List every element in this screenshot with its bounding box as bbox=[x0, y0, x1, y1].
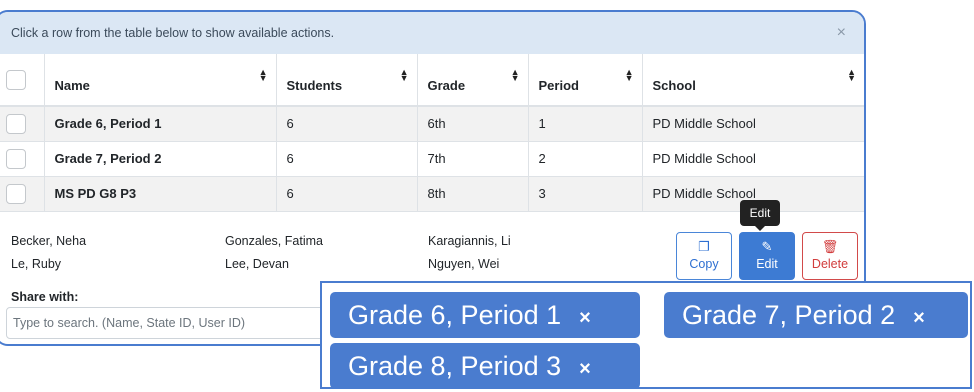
cell-students: 6 bbox=[276, 176, 418, 211]
close-icon[interactable]: × bbox=[837, 24, 846, 42]
row-checkbox[interactable] bbox=[6, 183, 26, 204]
select-all-checkbox[interactable] bbox=[6, 69, 26, 90]
sort-icon[interactable]: ▲ ▼ bbox=[511, 68, 520, 83]
selected-class-tag: Grade 7, Period 2 × bbox=[664, 292, 968, 338]
student-name: Gonzales, Fatima bbox=[225, 234, 323, 248]
sort-icon[interactable]: ▲ ▼ bbox=[259, 68, 268, 83]
selected-class-tag: Grade 8, Period 3 × bbox=[330, 343, 640, 389]
cell-grade: 8th bbox=[417, 176, 529, 211]
sort-icon[interactable]: ▲ ▼ bbox=[847, 68, 856, 83]
student-name: Nguyen, Wei bbox=[428, 257, 500, 271]
cell-grade: 6th bbox=[417, 106, 529, 141]
copy-button[interactable]: ❐ Copy bbox=[676, 232, 732, 280]
table-row[interactable]: Grade 6, Period 1 6 6th 1 PD Middle Scho… bbox=[0, 106, 864, 141]
cell-grade: 7th bbox=[417, 141, 529, 176]
cell-period: 2 bbox=[528, 141, 643, 176]
share-search-input[interactable] bbox=[6, 307, 336, 339]
cell-students: 6 bbox=[276, 106, 418, 141]
cell-students: 6 bbox=[276, 141, 418, 176]
edit-label: Edit bbox=[756, 257, 778, 271]
cell-name: Grade 7, Period 2 bbox=[44, 141, 277, 176]
table-header-row: Name ▲ ▼ Students ▲ ▼ Grade ▲ ▼ Period ▲ ▼ Schoo… bbox=[0, 54, 864, 106]
remove-tag-icon[interactable]: × bbox=[579, 307, 591, 329]
cell-school: PD Middle School bbox=[652, 116, 756, 132]
delete-label: Delete bbox=[811, 257, 849, 271]
cell-name: Grade 6, Period 1 bbox=[44, 106, 277, 141]
classes-table: Name ▲ ▼ Students ▲ ▼ Grade ▲ ▼ Period ▲ ▼ Schoo… bbox=[0, 54, 864, 212]
edit-tooltip: Edit bbox=[740, 200, 780, 231]
edit-button[interactable]: ✎ Edit bbox=[739, 232, 795, 280]
column-header-name[interactable]: Name ▲ ▼ bbox=[44, 54, 277, 106]
tag-label: Grade 6, Period 1 bbox=[348, 300, 562, 330]
share-with-label: Share with: bbox=[11, 290, 79, 304]
sort-icon[interactable]: ▲ ▼ bbox=[625, 68, 634, 83]
remove-tag-icon[interactable]: × bbox=[913, 307, 925, 329]
cell-school: PD Middle School bbox=[652, 151, 756, 166]
cell-period: 1 bbox=[528, 106, 643, 141]
cell-name: MS PD G8 P3 bbox=[44, 176, 277, 211]
trash-icon: 🗑 bbox=[821, 239, 839, 254]
copy-icon: ❐ bbox=[698, 239, 710, 254]
table-row[interactable]: Grade 7, Period 2 6 7th 2 PD Middle Scho… bbox=[0, 141, 864, 176]
sort-icon[interactable]: ▲ ▼ bbox=[400, 68, 409, 83]
column-header-period[interactable]: Period ▲ ▼ bbox=[528, 54, 643, 106]
column-header-grade[interactable]: Grade ▲ ▼ bbox=[417, 54, 529, 106]
tag-label: Grade 7, Period 2 bbox=[682, 300, 896, 330]
cell-period: 3 bbox=[528, 176, 643, 211]
banner-text: Click a row from the table below to show… bbox=[11, 26, 335, 40]
copy-label: Copy bbox=[689, 257, 719, 271]
student-name: Le, Ruby bbox=[11, 257, 62, 271]
table-row[interactable]: MS PD G8 P3 6 8th 3 PD Middle School bbox=[0, 176, 864, 211]
selected-classes-zoom: Grade 6, Period 1 × Grade 7, Period 2 × Gr… bbox=[320, 281, 972, 389]
delete-button[interactable]: 🗑 Delete bbox=[802, 232, 858, 280]
tag-label: Grade 8, Period 3 bbox=[348, 351, 562, 381]
pencil-icon: ✎ bbox=[761, 239, 773, 254]
student-name: Lee, Devan bbox=[225, 257, 289, 271]
student-name: Becker, Neha bbox=[11, 234, 87, 248]
student-name: Karagiannis, Li bbox=[428, 234, 511, 248]
column-header-students[interactable]: Students ▲ ▼ bbox=[276, 54, 418, 106]
column-header-school[interactable]: School ▲ ▼ bbox=[642, 54, 864, 106]
remove-tag-icon[interactable]: × bbox=[579, 358, 591, 380]
selected-class-tag: Grade 6, Period 1 × bbox=[330, 292, 640, 338]
row-checkbox[interactable] bbox=[6, 113, 26, 134]
row-checkbox[interactable] bbox=[6, 148, 26, 169]
info-banner: Click a row from the table below to show… bbox=[0, 12, 864, 54]
